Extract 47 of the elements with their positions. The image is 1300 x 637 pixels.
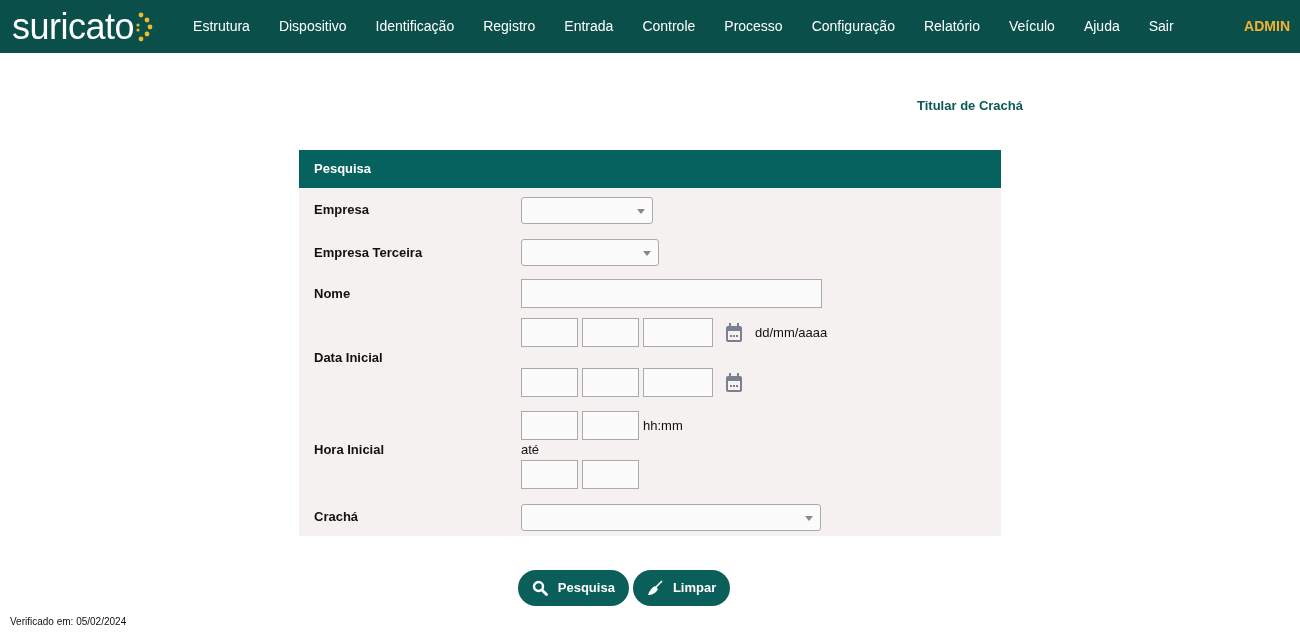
input-field[interactable] bbox=[643, 368, 713, 397]
format-hint: hh:mm bbox=[643, 416, 683, 435]
field-label: Hora Inicial bbox=[314, 441, 386, 459]
calendar-icon[interactable] bbox=[725, 372, 743, 393]
menu-item[interactable]: Ajuda bbox=[1083, 16, 1120, 37]
select-field[interactable] bbox=[521, 196, 653, 224]
menu-item[interactable]: Veículo bbox=[1008, 16, 1055, 37]
menu-item[interactable]: Sair bbox=[1148, 16, 1174, 37]
page-title: Titular de Crachá bbox=[916, 97, 1023, 115]
select-field[interactable] bbox=[521, 503, 821, 531]
field-label: Crachá bbox=[314, 508, 360, 527]
broom-icon bbox=[646, 579, 663, 596]
input-field[interactable] bbox=[643, 318, 713, 347]
menu-item[interactable]: Entrada bbox=[564, 16, 614, 37]
input-field[interactable] bbox=[582, 459, 639, 489]
input-field[interactable] bbox=[521, 368, 578, 397]
menu-item[interactable]: Configuração bbox=[811, 16, 895, 37]
user-name: ADMIN bbox=[1244, 17, 1290, 36]
brand-logo[interactable]: suricato bbox=[12, 8, 135, 45]
panel-header: Pesquisa bbox=[299, 150, 1001, 188]
calendar-icon[interactable] bbox=[725, 322, 743, 343]
action-button[interactable]: Pesquisa bbox=[517, 569, 629, 606]
menu-item[interactable]: Estrutura bbox=[193, 16, 250, 37]
dots-logo-icon bbox=[135, 11, 154, 42]
menu-item[interactable]: Relatório bbox=[923, 16, 980, 37]
input-field[interactable] bbox=[582, 368, 639, 397]
menu-item[interactable]: Controle bbox=[642, 16, 696, 37]
input-field[interactable] bbox=[521, 459, 578, 489]
range-separator: até bbox=[521, 441, 541, 459]
format-hint: dd/mm/aaaa bbox=[755, 323, 828, 342]
action-button[interactable]: Limpar bbox=[632, 569, 731, 606]
input-field[interactable] bbox=[582, 411, 639, 440]
input-field[interactable] bbox=[521, 318, 578, 347]
search-icon bbox=[531, 579, 548, 596]
input-field[interactable] bbox=[521, 279, 822, 308]
menu-item[interactable]: Identificação bbox=[375, 16, 455, 37]
field-label: Nome bbox=[314, 284, 352, 303]
verification-date: Verificado em: 05/02/2024 bbox=[9, 614, 128, 628]
menu-item[interactable]: Registro bbox=[483, 16, 536, 37]
select-field[interactable] bbox=[521, 239, 659, 266]
input-field[interactable] bbox=[521, 411, 578, 440]
menu-item[interactable]: Processo bbox=[724, 16, 783, 37]
input-field[interactable] bbox=[582, 318, 639, 347]
field-label: Data Inicial bbox=[314, 348, 384, 367]
field-label: Empresa bbox=[314, 201, 370, 220]
field-label: Empresa Terceira bbox=[314, 243, 424, 262]
menu-item[interactable]: Dispositivo bbox=[278, 16, 347, 37]
